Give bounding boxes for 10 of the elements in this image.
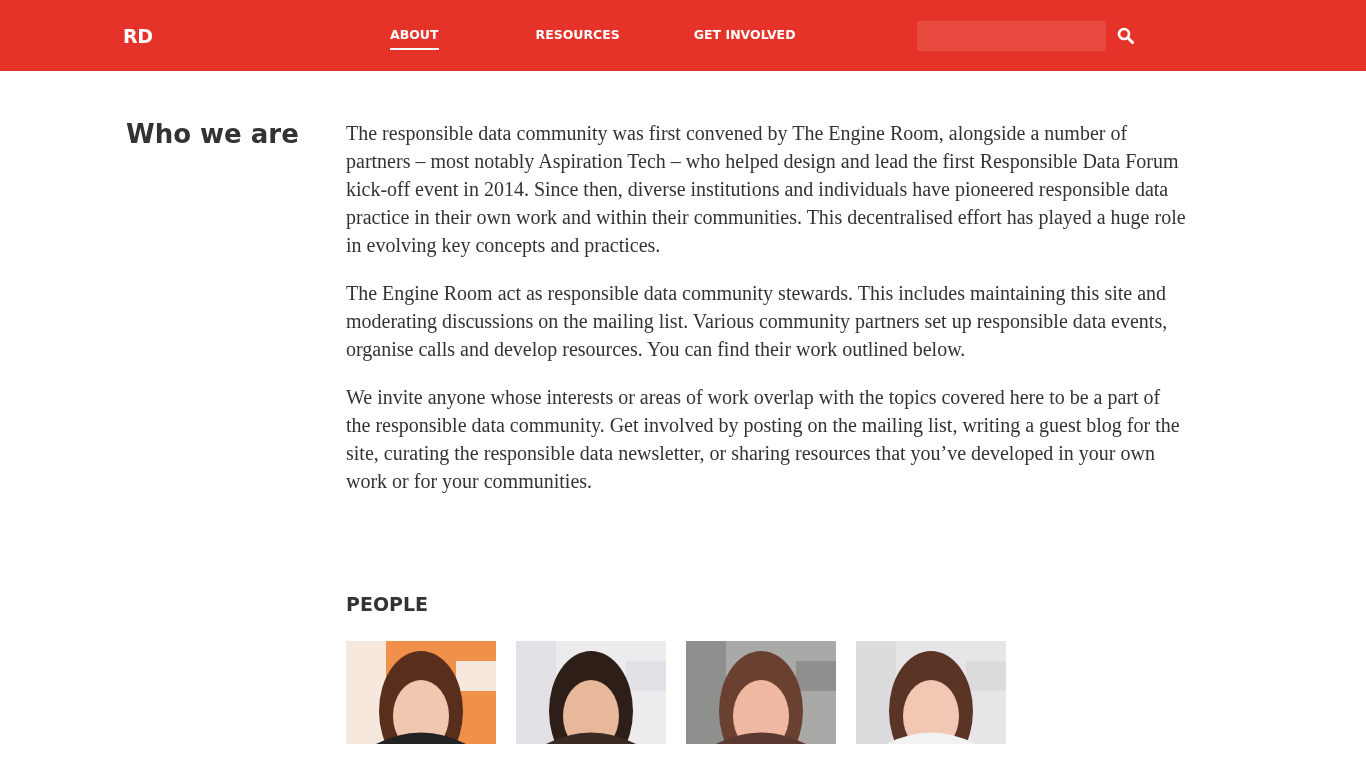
paragraph: The responsible data community was first convened by The Engine Room, alongside a number of partners – most notably Aspiration Tech – who helped design and lead the first Responsible Data Forum kick-off event in 2014. Since then, diverse institutions and individuals have pioneered responsible data practice in their own work and within their communities. This decentralised effort has played a huge role in evolving key concepts and practices. <box>346 121 1186 259</box>
paragraph: The Engine Room act as responsible data community stewards. This includes maintaining this site and moderating discussions on the mailing list. Various community partners set up responsible data events, organise calls and develop resources. You can find their work outlined below. <box>346 281 1169 363</box>
section-heading: Who we are <box>126 119 300 151</box>
paragraph: We invite anyone whose interests or areas of work overlap with the topics covered here to be a part of the responsible data community. Get involved by posting on the mailing list, writing a guest blog for the site, curating the responsible data newsletter, or sharing resources that you’ve developed in your own work or for your communities. <box>346 385 1181 495</box>
people-heading: PEOPLE <box>346 593 430 615</box>
nav-link[interactable]: GET INVOLVED <box>693 21 796 50</box>
search-icon[interactable] <box>1117 27 1134 44</box>
nav-link[interactable]: ABOUT <box>390 21 439 50</box>
logo[interactable]: RD <box>123 24 390 47</box>
nav-link[interactable]: RESOURCES <box>535 21 620 50</box>
